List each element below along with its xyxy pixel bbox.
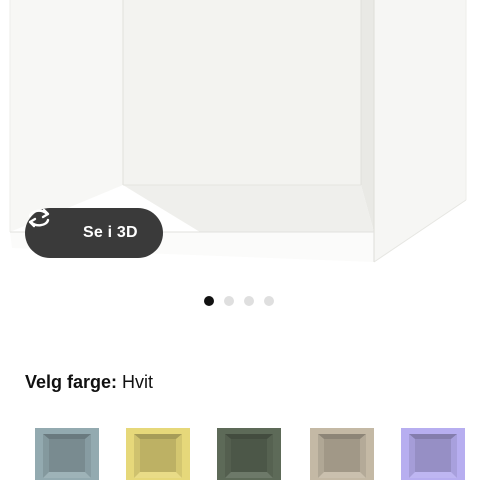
color-picker-label: Velg farge:: [25, 372, 118, 392]
cabinet-swatch-icon: [126, 428, 190, 480]
color-swatch-yellow[interactable]: [125, 424, 191, 480]
color-swatch-lilac[interactable]: [400, 424, 466, 480]
view-in-3d-button[interactable]: Se i 3D: [25, 208, 163, 258]
color-swatch-dark-green[interactable]: [216, 424, 282, 480]
carousel-dot-3[interactable]: [244, 296, 254, 306]
color-swatch-grey-turquoise[interactable]: [34, 424, 100, 480]
cabinet-swatch-icon: [310, 428, 374, 480]
view-in-3d-label: Se i 3D: [83, 224, 138, 241]
rotate-3d-icon: [28, 208, 73, 243]
color-swatch-beige[interactable]: [309, 424, 375, 480]
cabinet-swatch-icon: [217, 428, 281, 480]
color-picker-heading: Velg farge: Hvit: [25, 372, 153, 393]
cabinet-swatch-icon: [35, 428, 99, 480]
product-image[interactable]: Se i 3D: [0, 0, 480, 285]
carousel-dot-4[interactable]: [264, 296, 274, 306]
selected-color-value: Hvit: [122, 372, 154, 392]
color-swatch-list: [0, 418, 480, 480]
carousel-dot-2[interactable]: [224, 296, 234, 306]
carousel-dot-1[interactable]: [204, 296, 214, 306]
carousel-dots: [204, 296, 274, 306]
cabinet-swatch-icon: [401, 428, 465, 480]
